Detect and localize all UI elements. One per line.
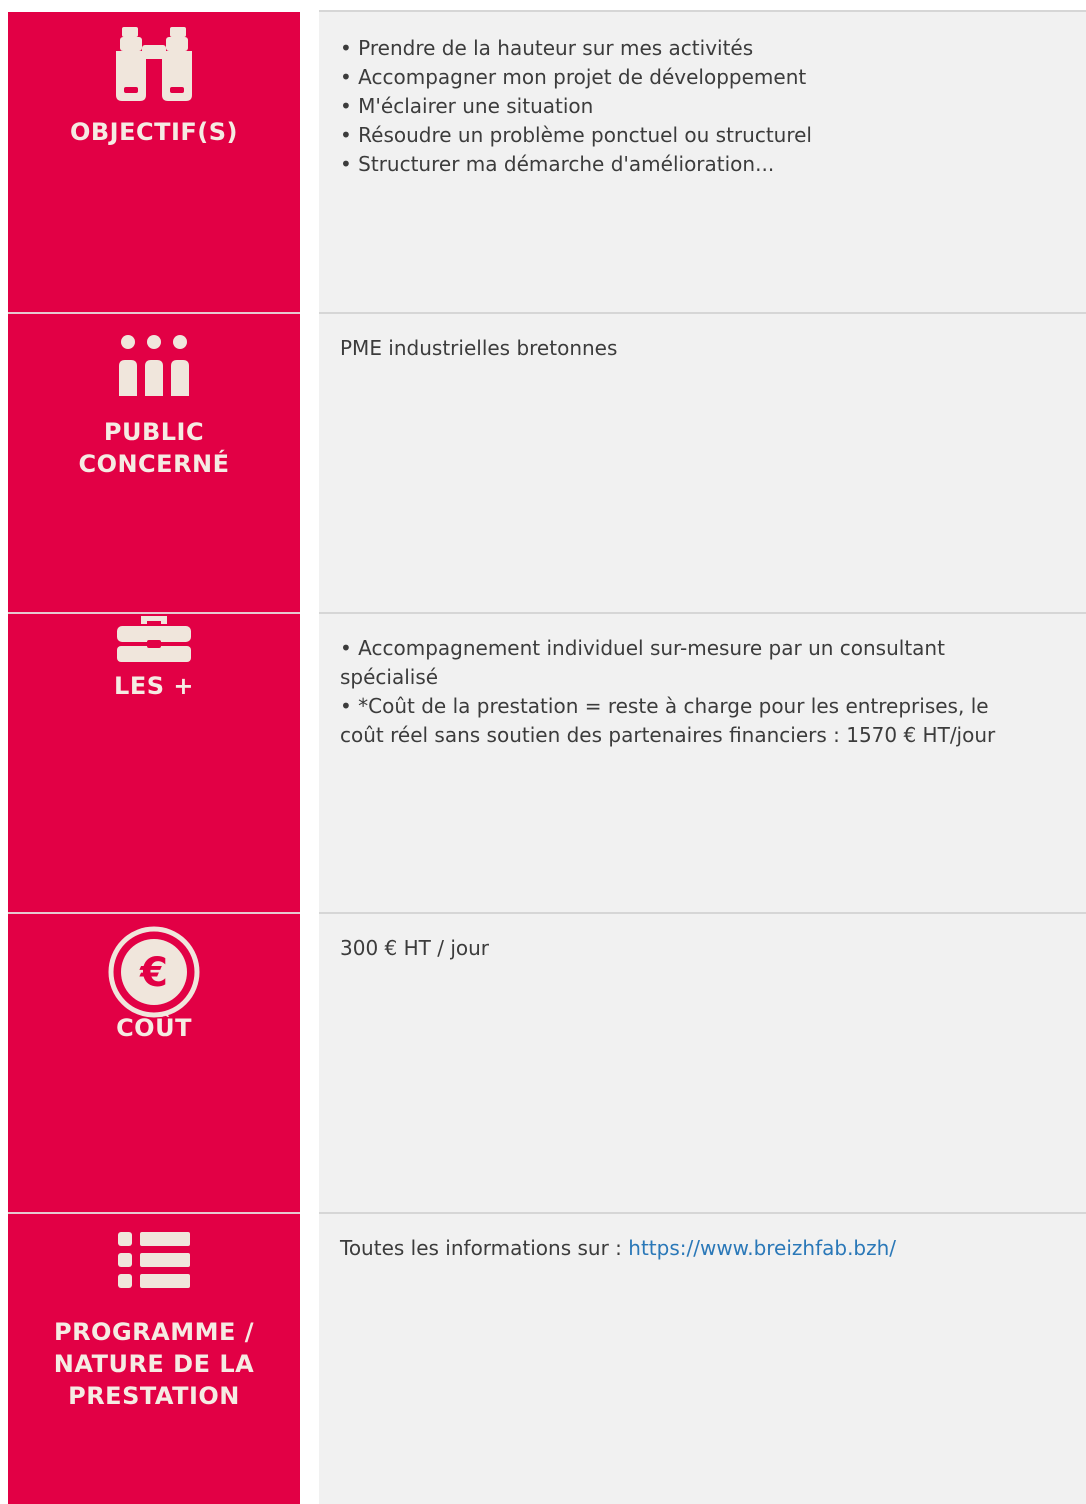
row-header-public: PUBLIC CONCERNÉ — [8, 314, 300, 612]
row-content-les-plus: • Accompagnement individuel sur-mesure p… — [319, 614, 1086, 912]
row-label: OBJECTIF(S) — [69, 118, 239, 146]
list-item: • *Coût de la prestation = reste à charg… — [340, 694, 989, 718]
programme-text: Toutes les informations sur : https://ww… — [340, 1236, 897, 1260]
row-public: PUBLIC CONCERNÉ PME industrielles breton… — [0, 314, 1086, 612]
svg-text:€: € — [139, 950, 168, 996]
people-icon — [119, 335, 189, 396]
row-content-public: PME industrielles bretonnes — [319, 314, 1086, 612]
cost-text: 300 € HT / jour — [340, 936, 490, 960]
euro-icon: € — [108, 926, 200, 1018]
row-label: LES + — [114, 672, 194, 700]
breizhfab-link[interactable]: https://www.breizhfab.bzh/ — [628, 1236, 896, 1260]
advantages-list: • Accompagnement individuel sur-mesure p… — [340, 634, 1066, 750]
row-programme: PROGRAMME / NATURE DE LA PRESTATION Tout… — [0, 1214, 1086, 1504]
row-content-objectifs: • Prendre de la hauteur sur mes activité… — [319, 12, 1086, 312]
list-item: • Accompagner mon projet de développemen… — [340, 65, 807, 89]
list-item: coût réel sans soutien des partenaires f… — [340, 723, 996, 747]
row-header-cout: € COÛT — [8, 914, 300, 1212]
row-les-plus: LES + • Accompagnement individuel sur-me… — [0, 614, 1086, 912]
info-table: OBJECTIF(S) • Prendre de la hauteur sur … — [0, 0, 1086, 1504]
row-label: COÛT — [116, 1014, 192, 1042]
toolbox-icon — [117, 616, 191, 662]
objectives-list: • Prendre de la hauteur sur mes activité… — [340, 34, 1066, 179]
list-item: • M'éclairer une situation — [340, 94, 594, 118]
list-item: spécialisé — [340, 665, 439, 689]
row-header-programme: PROGRAMME / NATURE DE LA PRESTATION — [8, 1214, 300, 1504]
list-item: • Résoudre un problème ponctuel ou struc… — [340, 123, 812, 147]
list-item: • Prendre de la hauteur sur mes activité… — [340, 36, 754, 60]
row-header-objectifs: OBJECTIF(S) — [8, 12, 300, 312]
list-item: • Accompagnement individuel sur-mesure p… — [340, 636, 945, 660]
row-label: PROGRAMME / NATURE DE LA PRESTATION — [53, 1318, 255, 1410]
row-content-programme: Toutes les informations sur : https://ww… — [319, 1214, 1086, 1504]
public-text: PME industrielles bretonnes — [340, 336, 618, 360]
list-icon — [118, 1232, 190, 1288]
row-label: PUBLIC CONCERNÉ — [78, 418, 230, 478]
binoculars-icon — [116, 27, 192, 101]
row-content-cout: 300 € HT / jour — [319, 914, 1086, 1212]
row-objectifs: OBJECTIF(S) • Prendre de la hauteur sur … — [0, 12, 1086, 312]
list-item: • Structurer ma démarche d'amélioration.… — [340, 152, 775, 176]
row-cout: € COÛT 300 € HT / jour — [0, 914, 1086, 1212]
row-header-les-plus: LES + — [8, 614, 300, 912]
